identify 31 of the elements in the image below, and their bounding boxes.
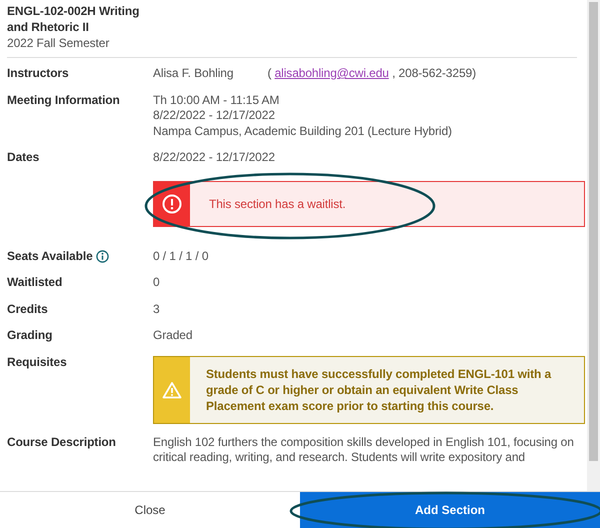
field-value: 0 / 1 / 1 / 0 — [153, 248, 210, 264]
field-value: critical reading, writing, and research. Students will write expository and — [153, 450, 526, 466]
course-title: ENGL-102-002H Writing and Rhetoric II — [7, 3, 140, 35]
alert-message: Students must have successfully completed ENGL-101 with a grade of C or higher or obtain an equivalent Write Class Placement exam score prior to starting this course. — [205, 366, 552, 414]
parenthesis-text: ( — [267, 66, 272, 80]
field-value: 8/22/2022 - 12/17/2022 — [153, 108, 276, 124]
field-label: Course Description — [7, 434, 116, 450]
info-icon[interactable] — [96, 250, 109, 263]
field-value: 8/22/2022 - 12/17/2022 — [153, 150, 276, 166]
warning-triangle-icon — [162, 380, 182, 398]
field-label: Waitlisted — [7, 275, 62, 290]
field-label: Credits — [7, 302, 48, 317]
field-value: Th 10:00 AM - 11:15 AM — [153, 92, 280, 108]
alert-message: This section has a waitlist. — [208, 196, 347, 212]
field-label: Dates — [7, 150, 40, 166]
field-value: 3 — [153, 302, 161, 317]
field-label: Grading — [7, 328, 52, 344]
field-label: Meeting Information — [7, 92, 120, 108]
term-text: 2022 Fall Semester — [7, 35, 110, 51]
field-label: Instructors — [7, 66, 69, 82]
instructor-name: Alisa F. Bohling — [153, 66, 234, 82]
scrollbar[interactable] — [587, 0, 600, 491]
field-value: Graded — [153, 328, 194, 344]
exclamation-circle-icon — [162, 194, 182, 214]
email-link[interactable]: alisabohling@cwi.edu — [274, 66, 389, 80]
field-value: Nampa Campus, Academic Building 201 (Lecture Hybrid) — [153, 124, 453, 139]
field-label: Requisites — [7, 354, 67, 370]
field-label: Seats Available — [7, 248, 93, 264]
phone-text: , 208-562-3259) — [392, 66, 476, 80]
field-value: English 102 furthers the composition skills developed in English 101, focusing on — [153, 434, 575, 450]
field-value: 0 — [153, 275, 161, 290]
